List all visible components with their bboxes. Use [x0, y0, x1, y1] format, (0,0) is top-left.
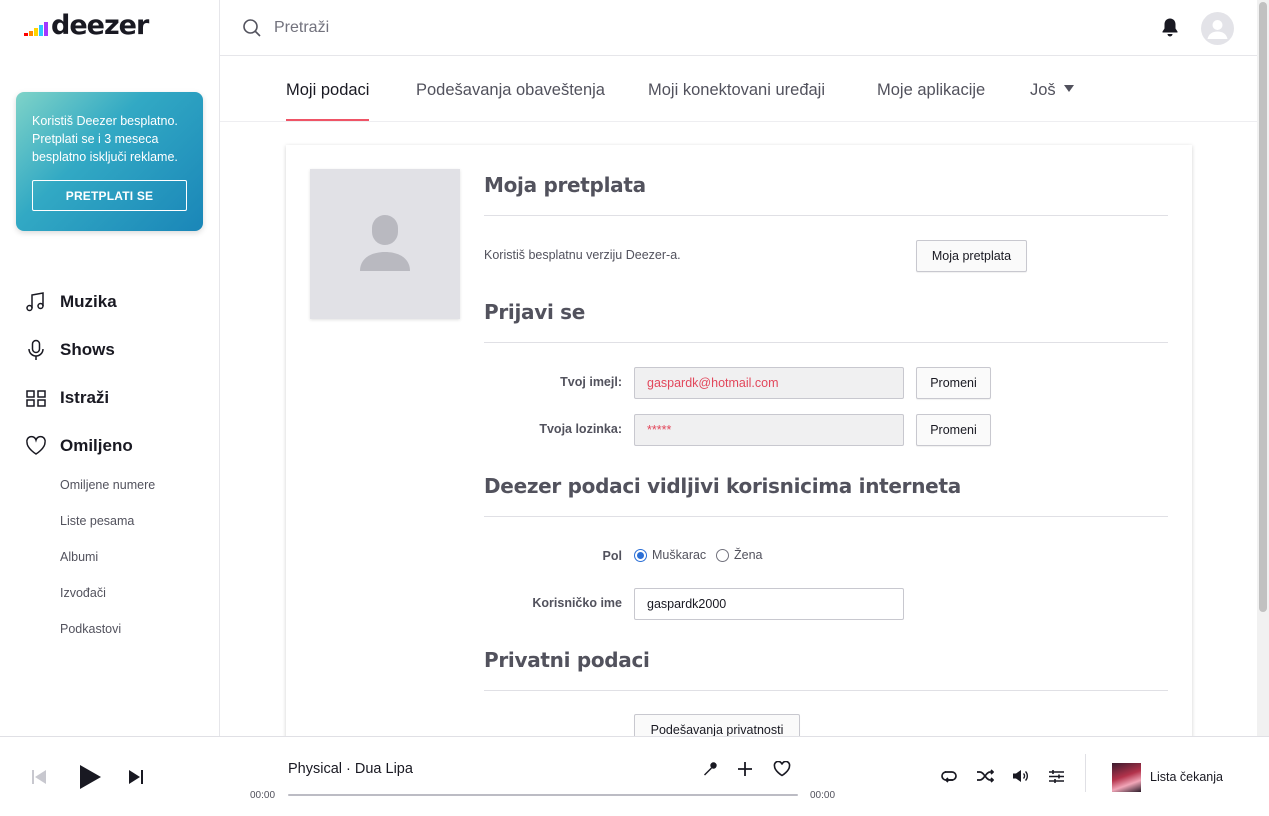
- my-subscription-button[interactable]: Moja pretplata: [916, 240, 1027, 272]
- search-input[interactable]: [274, 14, 774, 42]
- add-icon[interactable]: [737, 761, 753, 777]
- tab-connected-devices[interactable]: Moji konektovani uređaji: [648, 81, 825, 121]
- equalizer-settings-icon[interactable]: [1048, 769, 1065, 784]
- favorite-heart-icon[interactable]: [773, 761, 791, 777]
- sidebar: deezer Koristiš Deezer besplatno. Pretpl…: [0, 0, 220, 736]
- tab-my-data[interactable]: Moji podaci: [286, 81, 370, 121]
- tab-notification-settings[interactable]: Podešavanja obaveštenja: [416, 81, 605, 121]
- change-password-button[interactable]: Promeni: [916, 414, 991, 446]
- subnav-item-podcasts[interactable]: Podkastovi: [60, 611, 155, 647]
- subnav-item-artists[interactable]: Izvođači: [60, 575, 155, 611]
- page-scrollbar[interactable]: [1257, 0, 1269, 736]
- heart-icon: [24, 434, 48, 458]
- explore-grid-icon: [24, 386, 48, 410]
- radio-selected-icon: [634, 548, 647, 562]
- public-data-title: Deezer podaci vidljivi korisnicima inter…: [484, 474, 961, 498]
- subscription-title: Moja pretplata: [484, 173, 646, 197]
- email-field: gaspardk@hotmail.com: [634, 367, 904, 399]
- sidebar-item-label: Istraži: [60, 388, 110, 407]
- subscription-text: Koristiš besplatnu verziju Deezer-a.: [484, 248, 681, 262]
- password-label: Tvoja lozinka:: [539, 422, 622, 436]
- tab-more[interactable]: Još: [1030, 81, 1074, 121]
- logo-text: deezer: [51, 10, 149, 41]
- music-note-icon: [24, 290, 48, 314]
- private-data-title: Privatni podaci: [484, 648, 650, 672]
- promo-text: Koristiš Deezer besplatno. Pretplati se …: [32, 114, 178, 164]
- divider: [1085, 754, 1086, 792]
- repeat-icon[interactable]: [940, 769, 958, 783]
- favorites-subnav: Omiljene numere Liste pesama Albumi Izvo…: [60, 467, 155, 647]
- caret-down-icon: [1063, 85, 1074, 92]
- time-elapsed: 00:00: [250, 790, 276, 801]
- sidebar-item-favorites[interactable]: Omiljeno: [24, 422, 133, 470]
- sidebar-item-explore[interactable]: Istraži: [24, 374, 133, 422]
- divider: [484, 215, 1168, 216]
- radio-unselected-icon: [716, 548, 729, 562]
- username-input[interactable]: gaspardk2000: [634, 588, 904, 620]
- divider: [484, 516, 1168, 517]
- scrollbar-thumb[interactable]: [1259, 2, 1267, 612]
- notification-bell-icon[interactable]: [1161, 17, 1179, 42]
- subnav-item-tracks[interactable]: Omiljene numere: [60, 467, 155, 503]
- subnav-item-albums[interactable]: Albumi: [60, 539, 155, 575]
- account-settings-card: Moja pretplata Koristiš besplatnu verzij…: [286, 145, 1192, 765]
- user-avatar[interactable]: [1201, 12, 1234, 45]
- lyrics-microphone-icon[interactable]: [702, 761, 718, 777]
- deezer-logo[interactable]: deezer: [24, 10, 149, 41]
- shuffle-icon[interactable]: [976, 769, 994, 783]
- settings-tabs: Moji podaci Podešavanja obaveštenja Moji…: [220, 56, 1257, 122]
- search-icon[interactable]: [242, 18, 262, 43]
- gender-radio-male[interactable]: Muškarac: [634, 548, 706, 562]
- divider: [484, 342, 1168, 343]
- queue-cover-art[interactable]: [1112, 763, 1141, 792]
- divider: [484, 690, 1168, 691]
- gender-radio-female[interactable]: Žena: [716, 548, 763, 562]
- time-total: 00:00: [810, 790, 836, 801]
- previous-track-icon[interactable]: [31, 769, 47, 785]
- tab-my-apps[interactable]: Moje aplikacije: [877, 81, 985, 121]
- subscribe-button[interactable]: PRETPLATI SE: [32, 180, 187, 211]
- queue-label[interactable]: Lista čekanja: [1150, 770, 1223, 784]
- gender-label: Pol: [602, 549, 622, 563]
- profile-picture[interactable]: [310, 169, 460, 319]
- volume-icon[interactable]: [1012, 769, 1029, 783]
- change-email-button[interactable]: Promeni: [916, 367, 991, 399]
- promo-banner: Koristiš Deezer besplatno. Pretplati se …: [16, 92, 203, 231]
- play-icon[interactable]: [78, 764, 102, 790]
- sidebar-item-label: Omiljeno: [60, 436, 133, 455]
- sidebar-item-music[interactable]: Muzika: [24, 278, 133, 326]
- user-placeholder-icon: [360, 215, 410, 271]
- login-title: Prijavi se: [484, 300, 586, 324]
- main-nav: Muzika Shows Istraži Omiljeno: [24, 278, 133, 470]
- username-label: Korisničko ime: [532, 596, 622, 610]
- sidebar-item-shows[interactable]: Shows: [24, 326, 133, 374]
- logo-equalizer-icon: [24, 22, 48, 36]
- track-title[interactable]: Physical · Dua Lipa: [288, 761, 413, 777]
- password-field: *****: [634, 414, 904, 446]
- top-bar: [220, 0, 1257, 56]
- progress-bar[interactable]: [288, 794, 798, 796]
- microphone-icon: [24, 338, 48, 362]
- email-label: Tvoj imejl:: [560, 375, 622, 389]
- subnav-item-playlists[interactable]: Liste pesama: [60, 503, 155, 539]
- player-bar: Physical · Dua Lipa 00:00 00:00 Lista če…: [0, 736, 1269, 816]
- sidebar-item-label: Shows: [60, 340, 115, 359]
- sidebar-item-label: Muzika: [60, 292, 117, 311]
- next-track-icon[interactable]: [128, 769, 144, 785]
